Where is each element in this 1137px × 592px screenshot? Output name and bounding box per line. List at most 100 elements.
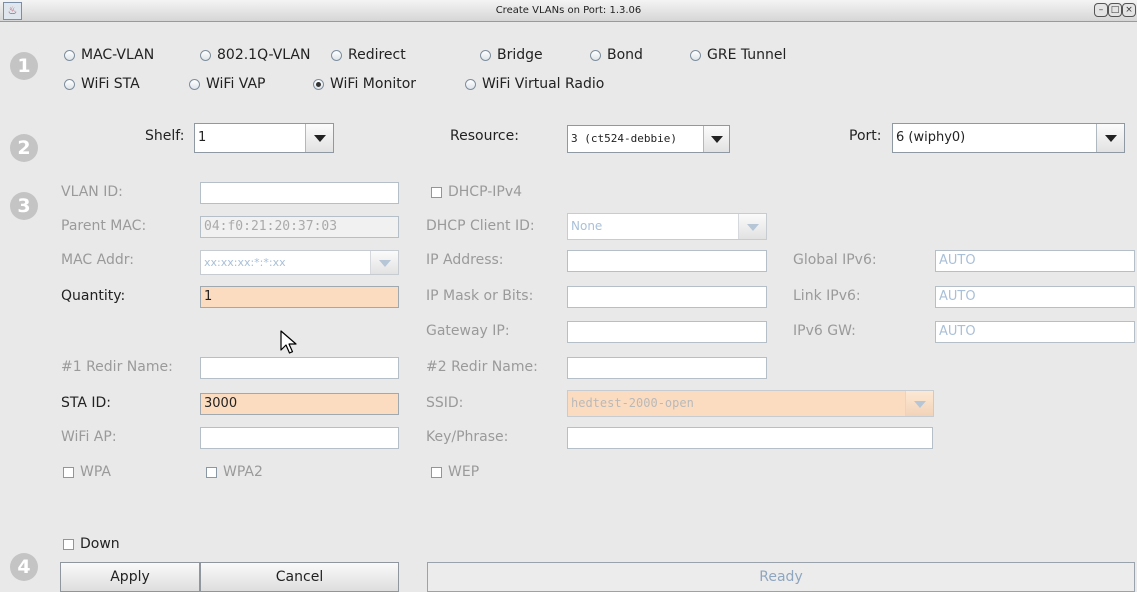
radio-wifi-vap[interactable]: WiFi VAP — [189, 76, 266, 92]
window-title: Create VLANs on Port: 1.3.06 — [495, 5, 642, 16]
sta-id-field[interactable]: 3000 — [200, 393, 399, 415]
status-bar: Ready — [427, 562, 1135, 592]
radio-indicator — [690, 49, 701, 61]
ssid-select[interactable]: hedtest-2000-open — [567, 390, 934, 417]
ipv6-gw-field[interactable]: AUTO — [935, 321, 1135, 343]
shelf-label: Shelf: — [145, 128, 185, 144]
apply-button[interactable]: Apply — [60, 562, 200, 592]
ip-mask-label: IP Mask or Bits: — [426, 288, 534, 304]
radio-label: WiFi VAP — [206, 76, 266, 92]
radio-wifi-monitor[interactable]: WiFi Monitor — [313, 76, 416, 92]
global-ipv6-field[interactable]: AUTO — [935, 250, 1135, 272]
radio-label: 802.1Q-VLAN — [217, 47, 311, 63]
ssid-value: hedtest-2000-open — [571, 396, 694, 410]
ssid-label: SSID: — [426, 395, 464, 411]
step-4-badge: 4 — [10, 553, 38, 581]
ip-address-field[interactable] — [567, 250, 767, 272]
wifi-ap-field[interactable] — [200, 427, 399, 449]
checkbox-label: WEP — [448, 464, 480, 480]
mac-addr-select[interactable]: xx:xx:xx:*:*:xx — [200, 250, 399, 275]
radio-label: Bridge — [497, 47, 543, 63]
resource-select[interactable]: 3 (ct524-debbie) — [567, 125, 730, 153]
shelf-select[interactable]: 1 — [194, 123, 334, 153]
redir2-label: #2 Redir Name: — [426, 359, 538, 375]
checkbox-label: Down — [80, 536, 120, 552]
redir1-field[interactable] — [200, 357, 399, 379]
quantity-field[interactable]: 1 — [200, 286, 399, 308]
radio-wifi-sta[interactable]: WiFi STA — [64, 76, 140, 92]
chevron-down-icon[interactable] — [1096, 124, 1124, 152]
down-checkbox[interactable]: Down — [63, 536, 120, 552]
wifi-ap-label: WiFi AP: — [61, 429, 117, 445]
ip-mask-field[interactable] — [567, 286, 767, 308]
gateway-ip-label: Gateway IP: — [426, 323, 510, 339]
checkbox-box — [206, 466, 217, 478]
checkbox-label: WPA — [80, 464, 111, 480]
mac-addr-value: xx:xx:xx:*:*:xx — [204, 256, 286, 269]
resource-value: 3 (ct524-debbie) — [571, 132, 677, 145]
parent-mac-label: Parent MAC: — [61, 218, 147, 234]
radio-label: Bond — [607, 47, 643, 63]
radio-label: MAC-VLAN — [81, 47, 155, 63]
radio-label: WiFi Monitor — [330, 76, 417, 92]
wpa2-checkbox[interactable]: WPA2 — [206, 464, 263, 480]
radio-gre-tunnel[interactable]: GRE Tunnel — [690, 47, 786, 63]
dhcp-client-id-value: None — [571, 219, 603, 233]
radio-label: WiFi STA — [81, 76, 140, 92]
checkbox-label: WPA2 — [223, 464, 263, 480]
cancel-button-label: Cancel — [275, 569, 324, 585]
mac-addr-label: MAC Addr: — [61, 252, 134, 268]
chevron-down-icon[interactable] — [703, 126, 729, 152]
close-icon[interactable]: × — [1122, 3, 1136, 17]
vlan-id-field[interactable] — [200, 182, 399, 204]
shelf-value: 1 — [198, 130, 207, 145]
redir2-field[interactable] — [567, 357, 767, 379]
apply-button-label: Apply — [110, 569, 150, 585]
radio-bond[interactable]: Bond — [590, 47, 643, 63]
dhcp-client-id-select[interactable]: None — [567, 213, 767, 240]
link-ipv6-label: Link IPv6: — [793, 288, 861, 304]
minimize-icon[interactable]: – — [1094, 3, 1108, 17]
radio-wifi-virtual-radio[interactable]: WiFi Virtual Radio — [465, 76, 604, 92]
radio-indicator — [189, 78, 200, 90]
radio-bridge[interactable]: Bridge — [480, 47, 543, 63]
radio-indicator — [480, 49, 491, 61]
chevron-down-icon[interactable] — [305, 124, 333, 152]
radio-indicator — [64, 78, 75, 90]
radio-indicator — [200, 49, 211, 61]
redir1-label: #1 Redir Name: — [61, 359, 173, 375]
resource-label: Resource: — [450, 128, 519, 144]
radio-indicator — [465, 78, 476, 90]
step-3-badge: 3 — [10, 192, 38, 220]
port-label: Port: — [849, 128, 882, 144]
radio-indicator — [331, 49, 342, 61]
checkbox-label: DHCP-IPv4 — [448, 184, 523, 200]
link-ipv6-field[interactable]: AUTO — [935, 286, 1135, 308]
port-select[interactable]: 6 (wiphy0) — [892, 123, 1125, 153]
port-value: 6 (wiphy0) — [896, 130, 966, 145]
chevron-down-icon[interactable] — [370, 251, 398, 274]
cancel-button[interactable]: Cancel — [200, 562, 399, 592]
radio-mac-vlan[interactable]: MAC-VLAN — [64, 47, 154, 63]
step-2-badge: 2 — [10, 134, 38, 162]
global-ipv6-label: Global IPv6: — [793, 252, 877, 268]
parent-mac-field: 04:f0:21:20:37:03 — [200, 216, 399, 238]
wep-checkbox[interactable]: WEP — [431, 464, 479, 480]
chevron-down-icon[interactable] — [905, 391, 933, 416]
radio-redirect[interactable]: Redirect — [331, 47, 406, 63]
key-phrase-label: Key/Phrase: — [426, 429, 509, 445]
gateway-ip-field[interactable] — [567, 321, 767, 343]
maximize-icon[interactable]: □ — [1108, 3, 1122, 17]
ip-address-label: IP Address: — [426, 252, 504, 268]
vlan-id-label: VLAN ID: — [61, 184, 123, 200]
key-phrase-field[interactable] — [567, 427, 933, 449]
wpa-checkbox[interactable]: WPA — [63, 464, 111, 480]
checkbox-box — [431, 466, 442, 478]
radio-8021q-vlan[interactable]: 802.1Q-VLAN — [200, 47, 310, 63]
checkbox-box — [431, 186, 442, 198]
radio-label: Redirect — [348, 47, 406, 63]
radio-label: GRE Tunnel — [707, 47, 787, 63]
dhcp-ipv4-checkbox[interactable]: DHCP-IPv4 — [431, 184, 522, 200]
quantity-label: Quantity: — [61, 288, 126, 304]
chevron-down-icon[interactable] — [738, 214, 766, 239]
